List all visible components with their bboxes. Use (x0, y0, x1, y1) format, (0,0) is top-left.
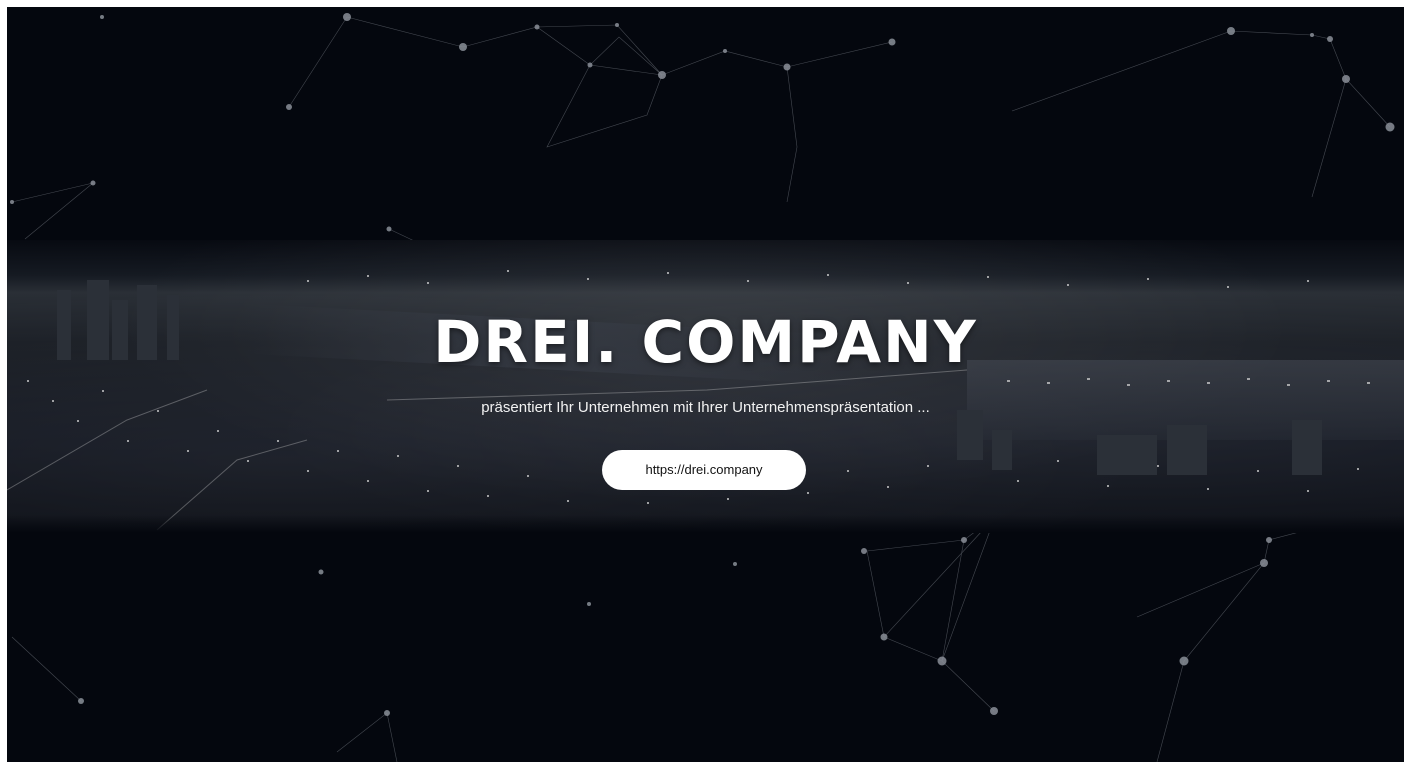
hero-title: DREI. COMPANY (433, 308, 978, 376)
landing-page: DREI. COMPANY präsentiert Ihr Unternehme… (7, 7, 1404, 762)
hero-subtitle: präsentiert Ihr Unternehmen mit Ihrer Un… (481, 399, 930, 416)
website-link-button[interactable]: https://drei.company (602, 450, 806, 490)
hero-section: DREI. COMPANY präsentiert Ihr Unternehme… (7, 7, 1404, 762)
